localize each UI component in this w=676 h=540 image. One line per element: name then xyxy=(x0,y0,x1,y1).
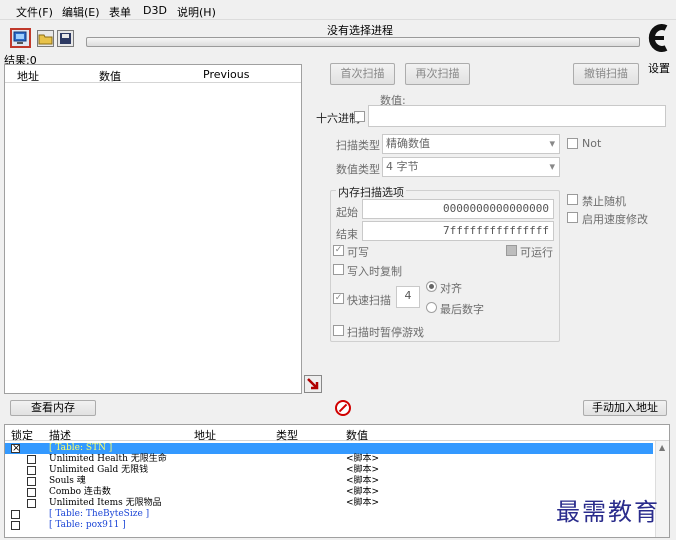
column-value[interactable]: 数值 xyxy=(346,427,368,443)
align-label: 对齐 xyxy=(440,282,462,295)
column-address[interactable]: 地址 xyxy=(17,68,39,84)
row-description: [ Table: pox911 ] xyxy=(49,520,126,530)
row-value: <脚本> xyxy=(346,465,380,475)
hex-checkbox[interactable] xyxy=(354,111,365,122)
not-checkbox[interactable] xyxy=(567,138,578,149)
value-type-label: 数值类型 xyxy=(336,163,380,176)
writable-checkbox[interactable]: ✓ xyxy=(333,245,344,256)
row-active-checkbox[interactable]: × xyxy=(11,444,20,454)
row-description: [ Table: TheByteSize ] xyxy=(49,509,150,519)
open-file-button[interactable] xyxy=(37,30,54,47)
process-title: 没有选择进程 xyxy=(327,24,393,37)
row-active-checkbox[interactable] xyxy=(27,455,36,464)
chevron-down-icon: ▾ xyxy=(549,137,555,150)
value-input[interactable] xyxy=(368,105,666,127)
column-active[interactable]: 锁定 xyxy=(11,427,33,443)
memory-options-title: 内存扫描选项 xyxy=(336,184,406,200)
menu-edit[interactable]: 编辑(E) xyxy=(62,4,100,20)
pause-game-checkbox[interactable] xyxy=(333,325,344,336)
results-header: 地址 数值 Previous xyxy=(5,65,301,83)
row-description: Unlimited Items 无限物品 xyxy=(49,498,162,508)
folder-icon xyxy=(38,34,53,45)
copy-on-write-checkbox[interactable] xyxy=(333,264,344,275)
end-address-input[interactable]: 7fffffffffffffff xyxy=(362,221,554,241)
chevron-down-icon: ▾ xyxy=(549,160,555,173)
scroll-up-icon[interactable]: ▲ xyxy=(659,443,665,452)
first-scan-button[interactable]: 首次扫描 xyxy=(330,63,395,85)
menu-help[interactable]: 说明(H) xyxy=(177,4,216,20)
pause-game-label: 扫描时暂停游戏 xyxy=(347,326,424,339)
executable-label: 可运行 xyxy=(520,246,553,259)
column-type[interactable]: 类型 xyxy=(276,427,298,443)
row-description: [ Table: STN ] xyxy=(49,443,113,453)
results-list[interactable]: 地址 数值 Previous xyxy=(4,64,302,394)
row-active-checkbox[interactable] xyxy=(11,510,20,519)
column-previous[interactable]: Previous xyxy=(203,68,250,81)
undo-scan-button[interactable]: 撤销扫描 xyxy=(573,63,639,85)
view-memory-button[interactable]: 查看内存 xyxy=(10,400,96,416)
row-active-checkbox[interactable] xyxy=(27,466,36,475)
value-type-select[interactable]: 4 字节 ▾ xyxy=(382,157,560,177)
speed-hack-checkbox[interactable] xyxy=(567,212,578,223)
end-label: 结束 xyxy=(336,228,358,241)
settings-label[interactable]: 设置 xyxy=(648,60,670,76)
not-label: Not xyxy=(582,137,602,150)
last-digit-radio[interactable] xyxy=(426,302,437,313)
computer-icon xyxy=(13,31,27,44)
row-description: Souls 魂 xyxy=(49,476,86,486)
row-value: <脚本> xyxy=(346,487,380,497)
next-scan-button[interactable]: 再次扫描 xyxy=(405,63,470,85)
watermark: 最需教育 xyxy=(556,498,660,526)
floppy-disk-icon xyxy=(60,33,71,44)
table-row[interactable]: × [ Table: STN ] xyxy=(5,443,653,454)
align-radio[interactable] xyxy=(426,281,437,292)
stop-icon[interactable] xyxy=(335,400,351,416)
speed-hack-label: 启用速度修改 xyxy=(582,213,648,226)
executable-checkbox[interactable] xyxy=(506,245,517,256)
fast-scan-label: 快速扫描 xyxy=(347,294,391,307)
fast-scan-value-input[interactable]: 4 xyxy=(396,286,420,308)
arrow-down-right-icon xyxy=(307,378,319,390)
table-row[interactable]: Unlimited Health 无限生命 <脚本> xyxy=(5,454,655,465)
table-row[interactable]: Souls 魂 <脚本> xyxy=(5,476,655,487)
column-value[interactable]: 数值 xyxy=(99,68,121,84)
row-value: <脚本> xyxy=(346,498,380,508)
menu-d3d[interactable]: D3D xyxy=(143,4,167,17)
row-active-checkbox[interactable] xyxy=(27,477,36,486)
scan-type-label: 扫描类型 xyxy=(336,139,380,152)
table-row[interactable]: Unlimited Gald 无限钱 <脚本> xyxy=(5,465,655,476)
column-address[interactable]: 地址 xyxy=(194,427,216,443)
cheat-engine-logo-icon[interactable] xyxy=(646,24,670,52)
select-process-button[interactable] xyxy=(10,28,31,48)
save-file-button[interactable] xyxy=(57,30,74,47)
row-active-checkbox[interactable] xyxy=(11,521,20,530)
column-description[interactable]: 描述 xyxy=(49,427,71,443)
fast-scan-checkbox[interactable]: ✓ xyxy=(333,293,344,304)
scan-type-select[interactable]: 精确数值 ▾ xyxy=(382,134,560,154)
row-value: <脚本> xyxy=(346,454,380,464)
row-description: Unlimited Gald 无限钱 xyxy=(49,465,149,475)
last-digit-label: 最后数字 xyxy=(440,303,484,316)
row-description: Combo 连击数 xyxy=(49,487,111,497)
disable-random-label: 禁止随机 xyxy=(582,195,626,208)
value-type-value: 4 字节 xyxy=(386,160,419,173)
start-label: 起始 xyxy=(336,206,358,219)
copy-on-write-label: 写入时复制 xyxy=(347,265,402,278)
menu-file[interactable]: 文件(F) xyxy=(16,4,53,20)
menu-bar: 文件(F) 编辑(E) 表单 D3D 说明(H) xyxy=(0,0,676,20)
writable-label: 可写 xyxy=(347,246,369,259)
cheat-table-header: 锁定 描述 地址 类型 数值 xyxy=(5,425,669,443)
add-to-list-button[interactable] xyxy=(304,375,322,393)
start-address-input[interactable]: 0000000000000000 xyxy=(362,199,554,219)
disable-random-checkbox[interactable] xyxy=(567,194,578,205)
scan-type-value: 精确数值 xyxy=(386,137,430,150)
row-description: Unlimited Health 无限生命 xyxy=(49,454,167,464)
row-value: <脚本> xyxy=(346,476,380,486)
add-address-manually-button[interactable]: 手动加入地址 xyxy=(583,400,667,416)
menu-table[interactable]: 表单 xyxy=(109,4,131,20)
row-active-checkbox[interactable] xyxy=(27,488,36,497)
row-active-checkbox[interactable] xyxy=(27,499,36,508)
scan-progress-bar xyxy=(86,37,640,47)
